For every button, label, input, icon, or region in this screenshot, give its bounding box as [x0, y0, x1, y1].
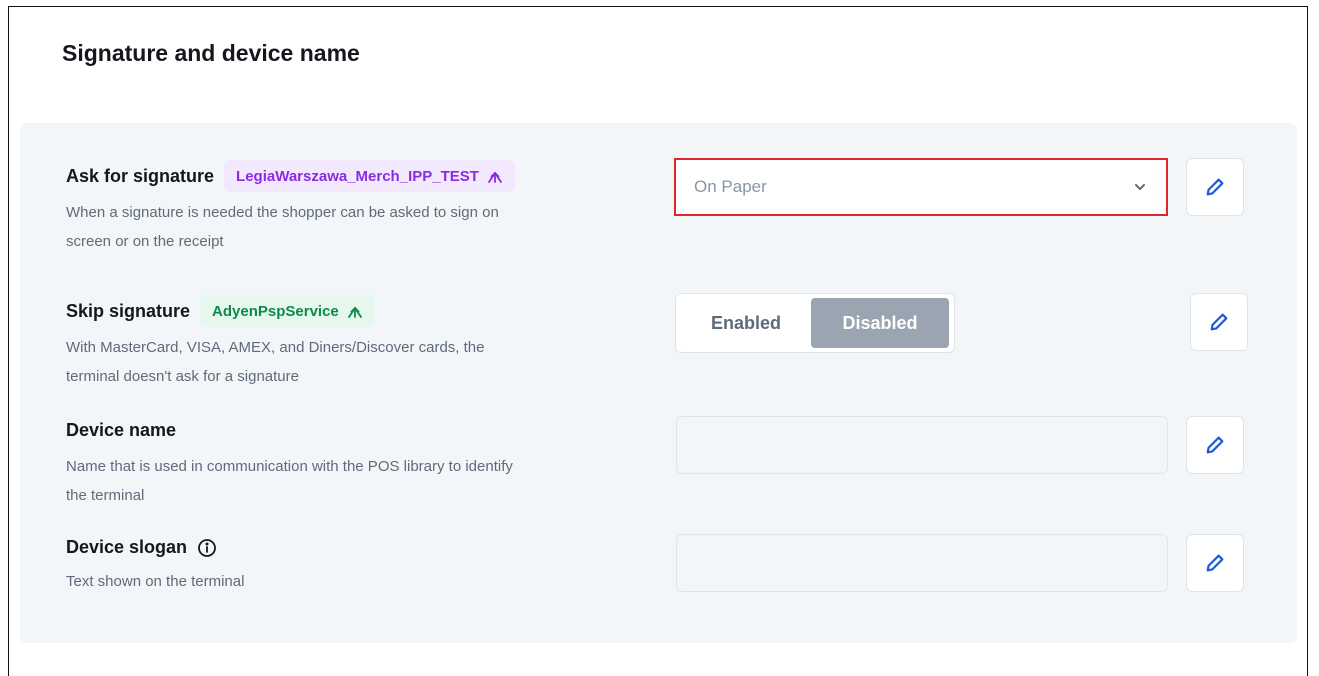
- ask-for-signature-label: Ask for signature: [66, 165, 215, 186]
- section-title: Signature and device name: [62, 40, 360, 66]
- ask-for-signature-label-group: Ask for signature LegiaWarszawa_Merch_IP…: [66, 160, 515, 192]
- edit-ask-for-signature-button[interactable]: [1186, 158, 1244, 216]
- description-line: Text shown on the terminal: [66, 573, 245, 590]
- description-line: Name that is used in communication with …: [66, 458, 513, 475]
- enabled-option[interactable]: Enabled: [681, 298, 811, 348]
- pencil-icon: [1206, 436, 1224, 454]
- edit-device-slogan-button[interactable]: [1186, 534, 1244, 592]
- description-line: screen or on the receipt: [66, 233, 224, 250]
- merchant-account-tag-text: LegiaWarszawa_Merch_IPP_TEST: [236, 167, 479, 185]
- device-name-label-group: Device name: [66, 420, 176, 441]
- device-slogan-input[interactable]: [676, 534, 1168, 592]
- psp-service-tag-text: AdyenPspService: [212, 302, 339, 320]
- skip-signature-description: With MasterCard, VISA, AMEX, and Diners/…: [66, 333, 484, 391]
- device-name-label: Device name: [66, 420, 177, 440]
- edit-skip-signature-button[interactable]: [1190, 293, 1248, 351]
- signature-method-select[interactable]: On Paper: [674, 158, 1168, 216]
- signature-method-value: On Paper: [694, 177, 767, 196]
- merge-arrow-icon: [488, 172, 502, 183]
- merchant-account-tag[interactable]: LegiaWarszawa_Merch_IPP_TEST: [224, 160, 515, 192]
- description-line: terminal doesn't ask for a signature: [66, 368, 299, 385]
- edit-device-name-button[interactable]: [1186, 416, 1244, 474]
- device-name-input[interactable]: [676, 416, 1168, 474]
- chevron-down-icon: [1135, 184, 1145, 190]
- device-name-description: Name that is used in communication with …: [66, 452, 513, 510]
- disabled-option[interactable]: Disabled: [811, 298, 949, 348]
- device-slogan-label: Device slogan: [66, 537, 188, 557]
- description-line: When a signature is needed the shopper c…: [66, 204, 499, 221]
- merge-arrow-icon: [347, 307, 362, 318]
- info-circle-icon[interactable]: [197, 538, 217, 558]
- ask-for-signature-description: When a signature is needed the shopper c…: [66, 198, 499, 256]
- device-slogan-label-group: Device slogan: [66, 537, 217, 558]
- skip-signature-toggle: Enabled Disabled: [675, 293, 955, 353]
- description-line: the terminal: [66, 487, 145, 504]
- psp-service-tag[interactable]: AdyenPspService: [200, 295, 375, 327]
- skip-signature-label: Skip signature: [66, 300, 191, 321]
- pencil-icon: [1206, 554, 1224, 572]
- pencil-icon: [1210, 313, 1228, 331]
- skip-signature-label-group: Skip signature AdyenPspService: [66, 295, 375, 327]
- pencil-icon: [1206, 178, 1224, 196]
- description-line: With MasterCard, VISA, AMEX, and Diners/…: [66, 339, 485, 356]
- device-slogan-description: Text shown on the terminal: [66, 567, 244, 596]
